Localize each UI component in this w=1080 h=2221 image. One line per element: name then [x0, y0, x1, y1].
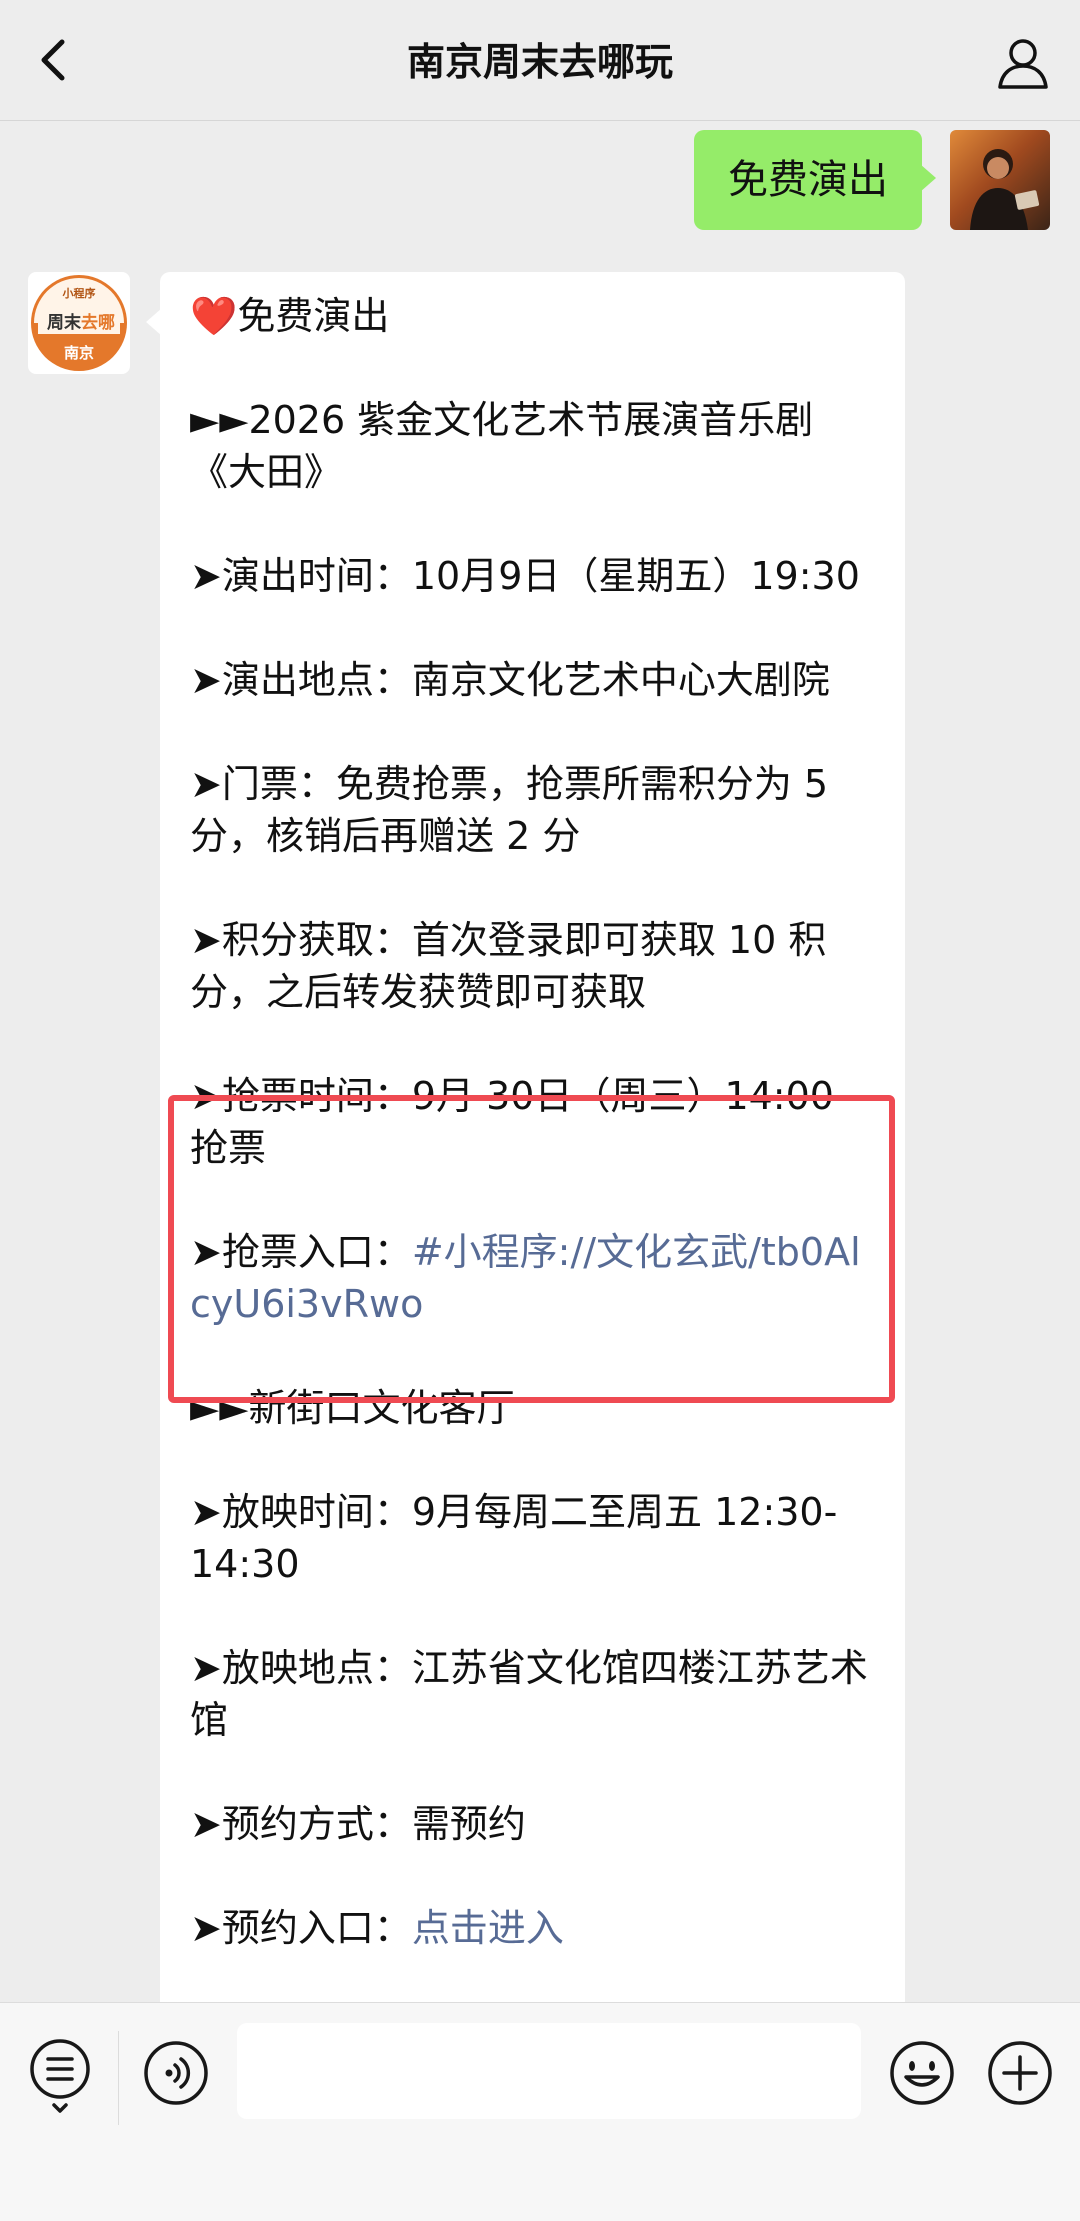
- booking-method: ➤预约方式：需预约: [190, 1802, 526, 1846]
- plus-icon: [988, 2041, 1052, 2105]
- avatar-photo-icon: [970, 149, 1040, 230]
- official-account-avatar[interactable]: 小程序 周末 去哪 南京: [28, 272, 130, 374]
- voice-button[interactable]: [142, 2039, 210, 2107]
- grab-entry-label: ➤抢票入口：: [190, 1230, 412, 1274]
- heading-text: 免费演出: [237, 294, 390, 338]
- person-icon: [998, 39, 1048, 89]
- user-avatar[interactable]: [950, 130, 1050, 230]
- voice-icon: [144, 2041, 208, 2105]
- grab-entry: ➤抢票入口：#小程序://文化玄武/tb0AlcyU6i3vRwo: [190, 1226, 880, 1330]
- message-heading: ❤️免费演出: [190, 290, 880, 342]
- message-body: ❤️免费演出 ►►2026 紫金文化艺术节展演音乐剧《大田》 ➤演出时间：10月…: [190, 290, 880, 2006]
- outgoing-message-text: 免费演出: [728, 157, 888, 203]
- booking-entry: ➤预约入口：点击进入: [190, 1902, 880, 1954]
- ticket-info: ➤门票：免费抢票，抢票所需积分为 5 分，核销后再赠送 2 分: [190, 762, 829, 858]
- logo-line3: 南京: [64, 344, 94, 362]
- heart-icon: ❤️: [190, 294, 238, 338]
- event-title: ►►2026 紫金文化艺术节展演音乐剧《大田》: [190, 398, 814, 494]
- chat-header: 南京周末去哪玩: [0, 0, 1080, 121]
- more-button[interactable]: [986, 2039, 1054, 2107]
- screening-venue: ➤放映地点：江苏省文化馆四楼江苏艺术馆: [190, 1646, 868, 1742]
- menu-button[interactable]: [26, 2035, 94, 2115]
- brand-logo-icon: 小程序 周末 去哪 南京: [31, 275, 127, 371]
- points-info: ➤积分获取：首次登录即可获取 10 积分，之后转发获赞即可获取: [190, 918, 827, 1014]
- section2-title: ►►新街口文化客厅: [190, 1386, 515, 1430]
- input-bar-divider: [118, 2031, 119, 2125]
- booking-entry-link[interactable]: 点击进入: [412, 1906, 564, 1950]
- logo-line2a: 周末: [47, 312, 82, 333]
- chat-title: 南京周末去哪玩: [406, 40, 673, 84]
- back-button[interactable]: [28, 30, 88, 90]
- emoji-icon: [890, 2041, 954, 2105]
- grab-time: ➤抢票时间：9月 30日（周三）14:00 抢票: [190, 1074, 834, 1170]
- booking-entry-label: ➤预约入口：: [190, 1906, 412, 1950]
- message-input[interactable]: [237, 2023, 861, 2119]
- chevron-left-icon: [41, 39, 65, 81]
- chat-profile-button[interactable]: [992, 32, 1054, 94]
- outgoing-message-bubble[interactable]: 免费演出: [694, 130, 936, 230]
- list-menu-icon: [30, 2039, 90, 2113]
- logo-line1: 小程序: [62, 286, 96, 300]
- screening-time: ➤放映时间：9月每周二至周五 12:30-14:30: [190, 1490, 838, 1586]
- show-time: ➤演出时间：10月9日（星期五）19:30: [190, 554, 860, 598]
- incoming-message-bubble[interactable]: ❤️免费演出 ►►2026 紫金文化艺术节展演音乐剧《大田》 ➤演出时间：10月…: [146, 272, 905, 2032]
- input-bar: [0, 2002, 1080, 2221]
- venue: ➤演出地点：南京文化艺术中心大剧院: [190, 658, 830, 702]
- emoji-button[interactable]: [888, 2039, 956, 2107]
- logo-line2b: 去哪: [81, 312, 115, 333]
